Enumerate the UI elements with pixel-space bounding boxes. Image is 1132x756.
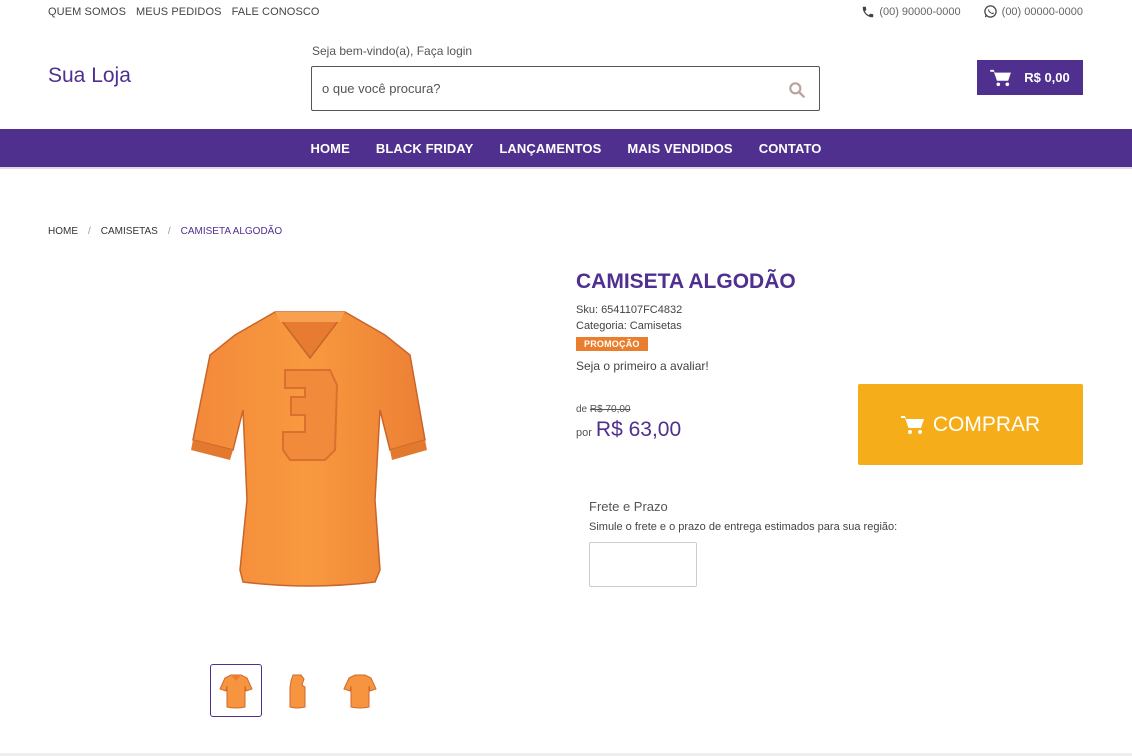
top-link-quem-somos[interactable]: QUEM SOMOS (48, 6, 126, 18)
cart-button[interactable]: R$ 0,00 (977, 60, 1083, 95)
phone-number: (00) 90000-0000 (879, 5, 961, 18)
nav-lancamentos[interactable]: LANÇAMENTOS (499, 141, 601, 156)
breadcrumb-camisetas[interactable]: CAMISETAS (101, 226, 158, 237)
thumbnail-back-image (343, 674, 377, 708)
product-thumbnails (210, 664, 386, 717)
breadcrumb-current: CAMISETA ALGODÃO (180, 226, 283, 237)
top-link-fale-conosco[interactable]: FALE CONOSCO (232, 6, 320, 18)
shipping-title: Frete e Prazo (589, 499, 668, 514)
thumbnail-side-image (289, 674, 306, 708)
buy-button-label: COMPRAR (932, 412, 1041, 436)
cart-total: R$ 0,00 (1024, 70, 1070, 85)
product-main-image[interactable] (185, 300, 435, 595)
breadcrumb: HOME / CAMISETAS / CAMISETA ALGODÃO (48, 226, 282, 237)
contacts: (00) 90000-0000 (00) 00000-0000 (861, 4, 1083, 19)
thumbnail-side[interactable] (272, 664, 324, 717)
old-price-value: R$ 70,00 (589, 404, 631, 415)
product-category: Categoria: Camisetas (576, 320, 682, 332)
old-price: de R$ 70,00 (576, 404, 631, 415)
top-link-meus-pedidos[interactable]: MEUS PEDIDOS (136, 6, 222, 18)
nav-home[interactable]: HOME (310, 141, 349, 156)
thumbnail-back[interactable] (334, 664, 386, 717)
product-title: CAMISETA ALGODÃO (576, 270, 796, 293)
phone-icon (863, 6, 874, 17)
cart-icon (990, 69, 1012, 86)
top-links: QUEM SOMOS MEUS PEDIDOS FALE CONOSCO (48, 6, 320, 18)
new-price-value: R$ 63,00 (595, 418, 682, 441)
search-placeholder: o que você procura? (322, 81, 441, 96)
product-meta: Sku: 6541107FC4832 Categoria: Camisetas (576, 302, 682, 334)
new-price-prefix: por (576, 427, 592, 439)
breadcrumb-separator: / (167, 226, 171, 237)
search-field[interactable]: o que você procura? (311, 66, 820, 111)
shipping-description: Simule o frete e o prazo de entrega esti… (589, 521, 898, 533)
rating-link[interactable]: Seja o primeiro a avaliar! (576, 359, 709, 373)
cart-icon (900, 415, 924, 434)
new-price: por R$ 63,00 (576, 418, 681, 442)
product-sku: Sku: 6541107FC4832 (576, 304, 683, 316)
cep-input[interactable] (589, 542, 697, 587)
welcome-login-link[interactable]: Seja bem-vindo(a), Faça login (312, 44, 472, 58)
nav-black-friday[interactable]: BLACK FRIDAY (376, 141, 474, 156)
main-nav: HOME BLACK FRIDAY LANÇAMENTOS MAIS VENDI… (0, 129, 1132, 169)
store-logo[interactable]: Sua Loja (48, 64, 131, 88)
promo-badge: PROMOÇÃO (576, 337, 648, 351)
search-icon[interactable] (787, 80, 807, 100)
whatsapp-icon (983, 5, 997, 18)
buy-button[interactable]: COMPRAR (858, 384, 1083, 465)
whatsapp-contact[interactable]: (00) 00000-0000 (983, 4, 1083, 19)
breadcrumb-home[interactable]: HOME (48, 226, 78, 237)
top-bar: QUEM SOMOS MEUS PEDIDOS FALE CONOSCO (00… (0, 0, 1132, 26)
nav-contato[interactable]: CONTATO (759, 141, 822, 156)
thumbnail-front-image (219, 674, 253, 708)
whatsapp-number: (00) 00000-0000 (1001, 5, 1083, 18)
phone-contact[interactable]: (00) 90000-0000 (861, 5, 961, 19)
thumbnail-front[interactable] (210, 664, 262, 717)
nav-mais-vendidos[interactable]: MAIS VENDIDOS (627, 141, 732, 156)
breadcrumb-separator: / (88, 226, 91, 237)
old-price-prefix: de (576, 404, 588, 415)
